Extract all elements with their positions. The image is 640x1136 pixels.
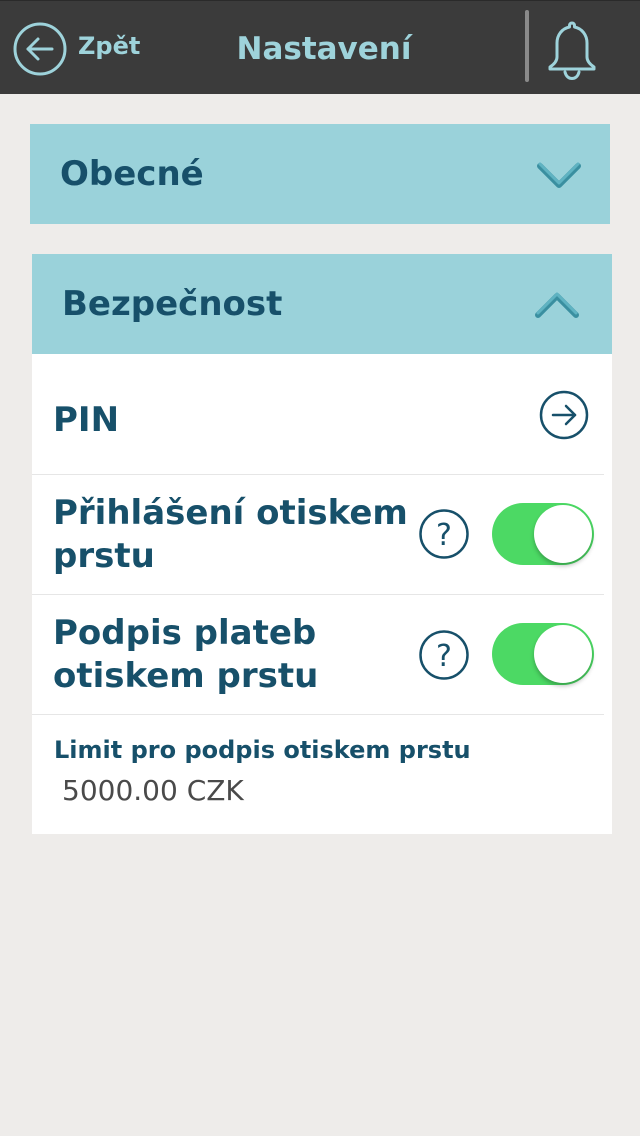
svg-text:?: ?: [436, 639, 452, 674]
section-security-header[interactable]: Bezpečnost: [32, 254, 612, 354]
chevron-down-icon: [536, 160, 582, 190]
header-divider: [525, 10, 529, 82]
bell-icon: [548, 21, 596, 81]
chevron-up-icon: [534, 290, 580, 320]
fingerprint-login-row: Přihlášení otiskem prstu ?: [32, 475, 604, 595]
question-circle-icon[interactable]: ?: [418, 629, 470, 681]
limit-value[interactable]: 5000.00 CZK: [62, 774, 244, 807]
section-general-label: Obecné: [60, 154, 204, 194]
fingerprint-login-toggle[interactable]: [492, 503, 594, 565]
pin-label: PIN: [53, 400, 120, 440]
section-general-header[interactable]: Obecné: [30, 124, 610, 224]
fingerprint-login-label-line2: prstu: [53, 536, 155, 576]
arrow-right-circle-icon[interactable]: [538, 389, 590, 441]
fingerprint-payment-toggle[interactable]: [492, 623, 594, 685]
notifications-button[interactable]: [542, 17, 602, 81]
toggle-knob: [534, 625, 592, 683]
svg-text:?: ?: [436, 518, 452, 553]
limit-label: Limit pro podpis otiskem prstu: [54, 736, 471, 764]
fingerprint-payment-label-line2: otiskem prstu: [53, 656, 319, 696]
top-bar: Zpět Nastavení: [0, 0, 640, 94]
fingerprint-payment-label: Podpis plateb otiskem prstu: [53, 612, 318, 698]
section-security-label: Bezpečnost: [62, 284, 283, 324]
fingerprint-payment-label-line1: Podpis plateb: [53, 613, 317, 653]
toggle-knob: [534, 505, 592, 563]
fingerprint-payment-row: Podpis plateb otiskem prstu ?: [32, 595, 604, 715]
pin-row[interactable]: PIN: [32, 354, 604, 475]
fingerprint-login-label-line1: Přihlášení otiskem: [53, 493, 408, 533]
question-circle-icon[interactable]: ?: [418, 508, 470, 560]
security-panel: PIN Přihlášení otiskem prstu ? Podpis pl…: [32, 354, 612, 834]
fingerprint-login-label: Přihlášení otiskem prstu: [53, 492, 408, 578]
